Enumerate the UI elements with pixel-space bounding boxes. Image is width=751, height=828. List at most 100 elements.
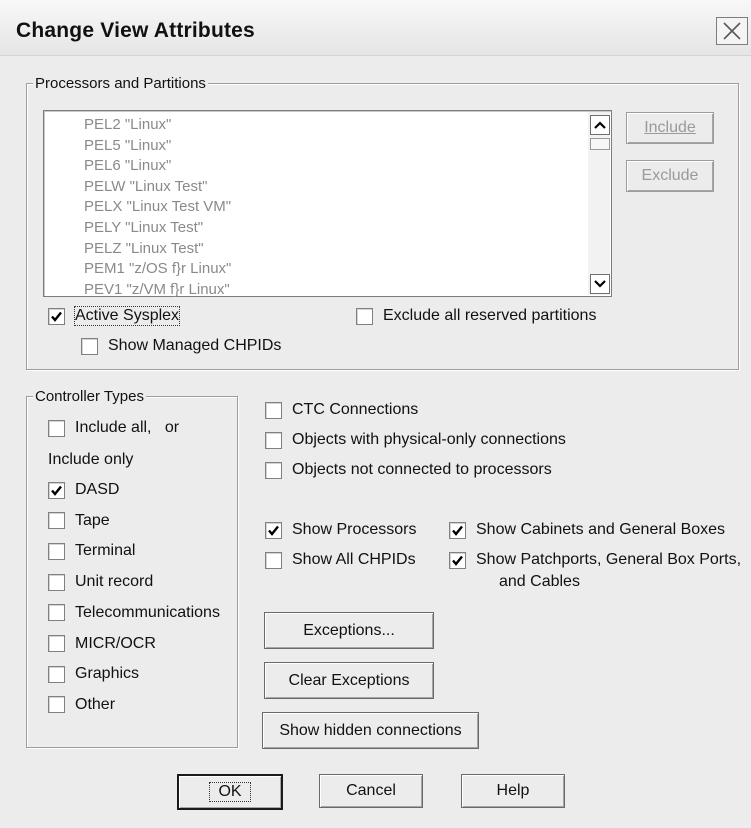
checkbox-box [48,481,65,499]
controller-type-checkbox[interactable]: Other [48,696,115,714]
ctc-connections-label: CTC Connections [292,401,419,418]
include-only-label: Include only [48,451,134,468]
partition-list-scrollbar[interactable] [588,112,610,295]
controller-type-checkbox[interactable]: Tape [48,512,110,530]
controller-types-group: Controller Types [26,388,238,748]
checkbox-box [48,542,65,560]
exclude-button-label: Exclude [641,167,699,184]
window-title: Change View Attributes [16,19,255,42]
show-patchports-label-line2: and Cables [499,573,580,590]
checkbox-box [449,551,466,569]
cancel-button-label: Cancel [346,782,396,799]
controller-types-legend: Controller Types [33,388,146,405]
show-hidden-connections-button-label: Show hidden connections [279,721,462,739]
change-view-attributes-dialog: Change View Attributes Processors and Pa… [0,0,751,828]
checkbox-box [48,696,65,714]
partition-list-item[interactable]: PEL2 "Linux" [84,115,231,136]
checkbox-box [356,307,373,325]
checkbox-box [48,512,65,530]
checkbox-box [265,431,282,449]
show-processors-label: Show Processors [292,521,417,538]
controller-type-checkbox[interactable]: Telecommunications [48,604,220,622]
checkbox-box [265,551,282,569]
close-button[interactable] [716,17,748,45]
checkbox-box [265,521,282,539]
controller-type-label: Other [75,695,116,713]
controller-type-label: Telecommunications [75,603,220,621]
controller-type-label: Graphics [75,665,140,683]
show-all-chpids-checkbox[interactable]: Show All CHPIDs [265,551,416,569]
partition-list-item[interactable]: PELZ "Linux Test" [84,239,231,260]
include-button[interactable]: Include [626,112,714,144]
close-icon [723,22,741,40]
show-hidden-connections-button[interactable]: Show hidden connections [262,712,479,749]
active-sysplex-checkbox[interactable]: Active Sysplex [48,306,181,326]
processors-partitions-legend: Processors and Partitions [33,75,208,92]
checkbox-box [449,521,466,539]
controller-type-label: DASD [75,481,120,498]
partition-list-item[interactable]: PELX "Linux Test VM" [84,197,231,218]
include-button-label: Include [644,119,696,136]
exclude-reserved-checkbox[interactable]: Exclude all reserved partitions [356,307,596,325]
scroll-down-button[interactable] [590,274,610,294]
show-patchports-checkbox[interactable]: Show Patchports, General Box Ports, [449,551,741,569]
partition-listbox[interactable]: PEL2 "Linux" PEL5 "Linux" PEL6 "Linux" PELW… [43,110,612,300]
controller-type-checkbox[interactable]: Unit record [48,573,153,591]
show-cabinets-checkbox[interactable]: Show Cabinets and General Boxes [449,521,725,539]
clear-exceptions-button-label: Clear Exceptions [288,671,410,689]
scroll-up-button[interactable] [590,115,610,135]
checkbox-box [48,307,65,325]
show-managed-chpids-checkbox[interactable]: Show Managed CHPIDs [81,337,281,355]
help-button-label: Help [496,782,530,799]
controller-type-label: Unit record [75,573,154,591]
title-bar: Change View Attributes [0,0,751,56]
controller-type-checkbox[interactable]: Graphics [48,665,139,683]
physical-only-label: Objects with physical-only connections [292,431,566,448]
physical-only-checkbox[interactable]: Objects with physical-only connections [265,431,566,449]
checkbox-box [48,665,65,683]
checkbox-box [265,401,282,419]
active-sysplex-label: Active Sysplex [73,306,181,326]
ok-button[interactable]: OK [177,774,283,810]
include-all-label: Include all, or [75,419,180,436]
controller-type-label: Tape [75,511,110,529]
show-patchports-label: Show Patchports, General Box Ports, [476,551,742,568]
show-processors-checkbox[interactable]: Show Processors [265,521,417,539]
checkbox-box [265,461,282,479]
checkbox-box [48,604,65,622]
controller-type-checkbox[interactable]: DASD [48,481,119,499]
arrow-down-icon [594,280,606,288]
partition-list-item[interactable]: PELY "Linux Test" [84,218,231,239]
controller-type-checkbox[interactable]: MICR/OCR [48,635,156,653]
scroll-thumb[interactable] [590,138,610,150]
show-managed-chpids-label: Show Managed CHPIDs [108,337,282,354]
exceptions-button[interactable]: Exceptions... [264,612,434,649]
help-button[interactable]: Help [461,774,565,808]
ctc-connections-checkbox[interactable]: CTC Connections [265,401,418,419]
exclude-reserved-label: Exclude all reserved partitions [383,307,597,324]
controller-type-label: MICR/OCR [75,634,156,652]
partition-list-item[interactable]: PEL5 "Linux" [84,136,231,157]
include-all-checkbox[interactable]: Include all, or [48,419,179,437]
show-cabinets-label: Show Cabinets and General Boxes [476,521,726,538]
checkbox-box [81,337,98,355]
partition-list: PEL2 "Linux" PEL5 "Linux" PEL6 "Linux" PELW… [84,115,231,300]
controller-type-label: Terminal [75,542,136,560]
arrow-up-icon [594,121,606,129]
partition-list-item[interactable]: PELW "Linux Test" [84,177,231,198]
controller-type-checkbox[interactable]: Terminal [48,542,135,560]
not-connected-checkbox[interactable]: Objects not connected to processors [265,461,552,479]
partition-list-item[interactable]: PEM1 "z/OS f}r Linux" [84,259,231,280]
exclude-button[interactable]: Exclude [626,160,714,192]
checkbox-box [48,573,65,591]
partition-list-item[interactable]: PEL6 "Linux" [84,156,231,177]
not-connected-label: Objects not connected to processors [292,461,552,478]
checkbox-box [48,419,65,437]
cancel-button[interactable]: Cancel [319,774,423,808]
show-all-chpids-label: Show All CHPIDs [292,551,416,568]
clear-exceptions-button[interactable]: Clear Exceptions [264,662,434,699]
ok-button-label: OK [209,782,251,802]
exceptions-button-label: Exceptions... [303,621,395,639]
partition-list-item[interactable]: PEV1 "z/VM f}r Linux" [84,280,231,301]
checkbox-box [48,635,65,652]
